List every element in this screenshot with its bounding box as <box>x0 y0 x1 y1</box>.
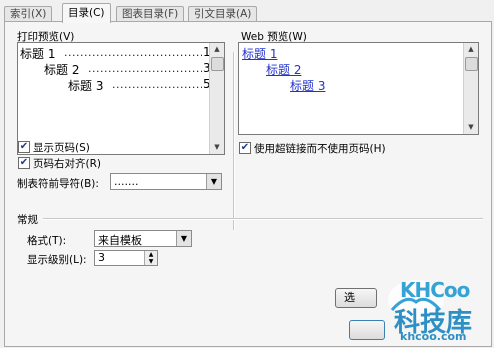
scroll-up-icon[interactable]: ▲ <box>464 43 478 56</box>
spin-up-icon[interactable]: ▲ <box>145 251 157 258</box>
general-section-title: 常规 <box>17 214 38 226</box>
scroll-thumb[interactable] <box>465 57 478 71</box>
options-button[interactable]: 选 <box>335 288 377 308</box>
print-entry-1-leader: ........................................… <box>64 46 202 59</box>
show-levels-value: 3 <box>98 251 105 264</box>
watermark-brand: KHCoo <box>400 278 470 302</box>
format-value: 来自模板 <box>98 234 142 247</box>
web-entry-2-link[interactable]: 标题 2 <box>266 61 301 78</box>
tab-leader-value: ....... <box>114 175 139 188</box>
scroll-down-icon[interactable]: ▼ <box>210 141 224 154</box>
show-page-numbers-checkbox[interactable]: ✔ <box>18 141 30 153</box>
print-preview-scrollbar[interactable]: ▲ ▼ <box>209 43 224 154</box>
tab-table-of-figures[interactable]: 图表目录(F) <box>116 6 185 22</box>
tab-table-of-authorities[interactable]: 引文目录(A) <box>188 6 258 22</box>
scroll-thumb[interactable] <box>211 57 224 71</box>
print-entry-2-leader: ........................................… <box>88 62 202 75</box>
scroll-down-icon[interactable]: ▼ <box>464 121 478 134</box>
tab-bar: 索引(X) 目录(C) 图表目录(F) 引文目录(A) <box>2 0 492 23</box>
spin-down-icon[interactable]: ▼ <box>145 258 157 265</box>
format-select[interactable]: 来自模板 ▼ <box>94 230 192 247</box>
options-button-label: 选 <box>344 291 355 304</box>
web-entry-1-link[interactable]: 标题 1 <box>242 45 277 62</box>
show-levels-label: 显示级别(L): <box>27 254 87 266</box>
use-hyperlinks-label: 使用超链接而不使用页码(H) <box>254 143 386 155</box>
web-preview-box: 标题 1 标题 2 标题 3 ▲ ▼ <box>238 42 479 135</box>
chevron-down-icon[interactable]: ▼ <box>206 174 221 189</box>
print-entry-2-text: 标题 2 <box>44 63 80 77</box>
right-align-label: 页码右对齐(R) <box>33 158 101 170</box>
print-preview-box: 标题 1 ...................................… <box>17 42 225 155</box>
use-hyperlinks-checkbox[interactable]: ✔ <box>239 142 251 154</box>
scroll-up-icon[interactable]: ▲ <box>210 43 224 56</box>
print-entry-3-text: 标题 3 <box>68 79 104 93</box>
ok-button[interactable] <box>349 320 385 340</box>
spinner-buttons[interactable]: ▲ ▼ <box>144 251 157 265</box>
web-preview-scrollbar[interactable]: ▲ ▼ <box>463 43 478 134</box>
show-levels-spinner[interactable]: 3 ▲ ▼ <box>94 250 158 266</box>
tab-index[interactable]: 索引(X) <box>4 6 53 22</box>
watermark-url: khcoo.com <box>400 330 467 343</box>
format-label: 格式(T): <box>27 235 67 247</box>
web-entry-3-link[interactable]: 标题 3 <box>290 77 325 94</box>
column-divider <box>233 52 235 230</box>
print-entry-1-text: 标题 1 <box>20 47 56 61</box>
right-align-checkbox[interactable]: ✔ <box>18 157 30 169</box>
tab-leader-label: 制表符前导符(B): <box>17 178 99 190</box>
show-page-numbers-label: 显示页码(S) <box>33 142 90 154</box>
chevron-down-icon[interactable]: ▼ <box>176 231 191 246</box>
tab-leader-select[interactable]: ....... ▼ <box>110 173 222 190</box>
general-separator <box>43 218 483 220</box>
print-entry-3-leader: ........................................ <box>112 78 202 91</box>
tab-toc[interactable]: 目录(C) <box>62 3 111 23</box>
